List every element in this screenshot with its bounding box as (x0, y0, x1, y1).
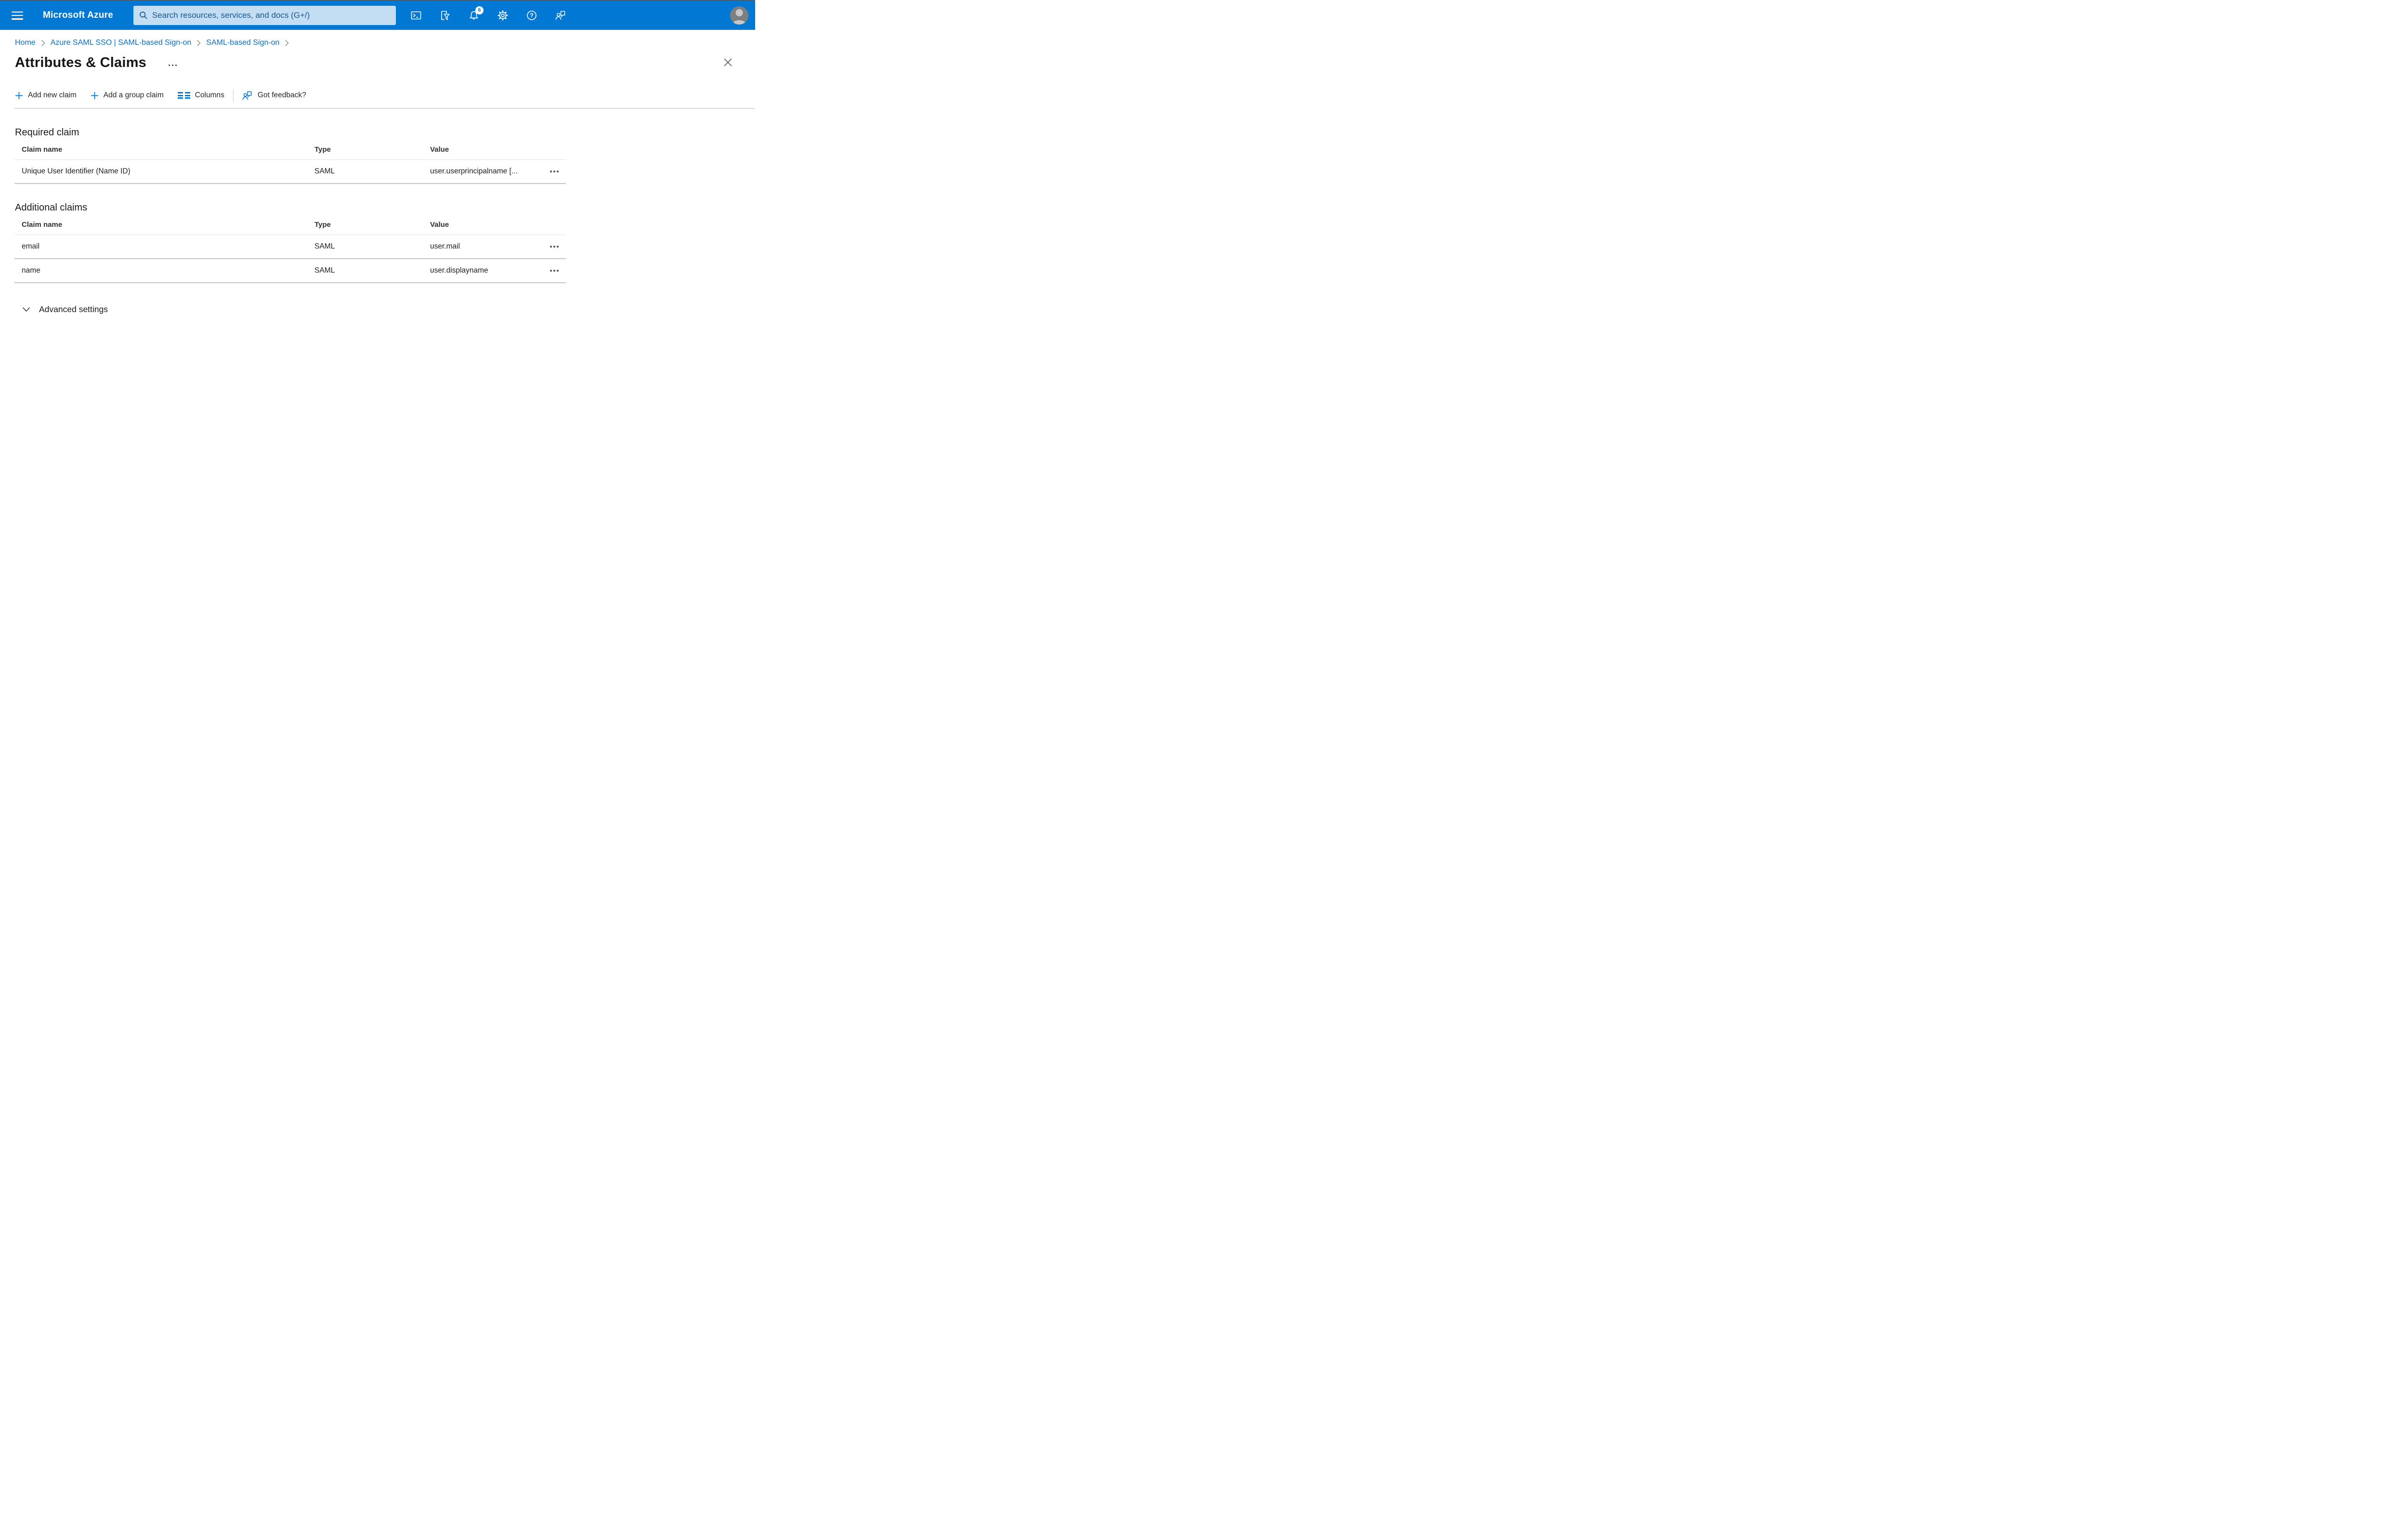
page-title: Attributes & Claims (15, 55, 146, 70)
blade-more-button[interactable] (167, 63, 179, 68)
required-claim-table: Claim name Type Value Unique User Identi… (14, 138, 566, 184)
columns-icon (177, 92, 190, 99)
advanced-settings-label: Advanced settings (39, 304, 108, 314)
subscription-filter-icon (439, 10, 451, 21)
plus-icon (15, 92, 23, 100)
chevron-down-icon (22, 307, 30, 312)
additional-claims-table: Claim name Type Value email SAML user.ma… (14, 213, 566, 283)
toolbar-separator (233, 89, 234, 102)
brand-title[interactable]: Microsoft Azure (43, 10, 113, 21)
columns-label: Columns (195, 91, 224, 99)
claim-type-cell: SAML (314, 167, 335, 175)
claim-name-cell: email (22, 242, 40, 250)
chevron-right-icon (196, 39, 201, 47)
claim-type-cell: SAML (314, 266, 335, 275)
search-placeholder: Search resources, services, and docs (G+… (152, 11, 310, 20)
breadcrumb-home[interactable]: Home (15, 39, 36, 47)
settings-button[interactable] (497, 10, 509, 21)
table-header-row: Claim name Type Value (14, 138, 566, 160)
azure-portal-window: Microsoft Azure Search resources, servic… (0, 0, 755, 382)
claim-value-cell: user.mail (430, 242, 460, 250)
feedback-person-icon (555, 10, 566, 21)
column-header-value: Value (430, 145, 449, 154)
notification-badge: 6 (475, 6, 484, 14)
claim-name-cell: Unique User Identifier (Name ID) (22, 167, 131, 175)
close-blade-button[interactable] (722, 57, 733, 68)
breadcrumb: Home Azure SAML SSO | SAML-based Sign-on… (15, 39, 755, 47)
column-header-value: Value (430, 221, 449, 229)
additional-claims-heading: Additional claims (15, 202, 88, 213)
notifications-button[interactable]: 6 (468, 6, 484, 21)
portal-menu-button[interactable] (12, 11, 23, 20)
topbar-icon-group: 6 ? (410, 6, 566, 21)
toolbar-divider (14, 108, 755, 109)
columns-button[interactable]: Columns (177, 91, 224, 100)
row-context-menu-button[interactable] (549, 243, 560, 250)
add-new-claim-label: Add new claim (28, 91, 77, 99)
command-bar: Add new claim Add a group claim Columns (15, 88, 755, 103)
feedback-button[interactable] (555, 10, 566, 21)
claim-type-cell: SAML (314, 242, 335, 250)
table-header-row: Claim name Type Value (14, 213, 566, 235)
add-group-claim-label: Add a group claim (103, 91, 164, 99)
topbar: Microsoft Azure Search resources, servic… (0, 1, 755, 30)
got-feedback-button[interactable]: Got feedback? (242, 90, 306, 101)
blade-header: Attributes & Claims (15, 55, 755, 71)
column-header-claim-name: Claim name (22, 145, 63, 154)
claim-value-cell: user.displayname (430, 266, 488, 275)
table-row-email[interactable]: email SAML user.mail (14, 235, 566, 259)
claim-value-cell: user.userprincipalname [... (430, 167, 518, 175)
plus-icon (91, 92, 99, 100)
column-header-type: Type (314, 221, 331, 229)
column-header-claim-name: Claim name (22, 221, 63, 229)
add-new-claim-button[interactable]: Add new claim (15, 91, 77, 100)
help-button[interactable]: ? (526, 10, 537, 21)
subscription-filter-button[interactable] (439, 10, 451, 21)
help-icon: ? (526, 10, 537, 21)
cloud-shell-button[interactable] (410, 10, 422, 21)
column-header-type: Type (314, 145, 331, 154)
avatar-silhouette (735, 9, 743, 16)
svg-text:?: ? (530, 12, 534, 19)
gear-icon (497, 10, 509, 21)
advanced-settings-expander[interactable]: Advanced settings (22, 304, 108, 315)
close-icon (723, 58, 733, 67)
cloud-shell-icon (410, 10, 422, 21)
row-context-menu-button[interactable] (549, 168, 560, 175)
feedback-person-icon (242, 90, 253, 101)
table-row-nameid[interactable]: Unique User Identifier (Name ID) SAML us… (14, 160, 566, 184)
row-context-menu-button[interactable] (549, 267, 560, 275)
chevron-right-icon (285, 39, 289, 47)
table-row-name[interactable]: name SAML user.displayname (14, 259, 566, 283)
breadcrumb-app[interactable]: Azure SAML SSO | SAML-based Sign-on (51, 39, 192, 47)
account-avatar[interactable] (730, 6, 748, 25)
add-group-claim-button[interactable]: Add a group claim (91, 91, 164, 100)
got-feedback-label: Got feedback? (257, 91, 306, 99)
search-input[interactable]: Search resources, services, and docs (G+… (133, 6, 396, 25)
chevron-right-icon (41, 39, 45, 47)
required-claim-heading: Required claim (15, 127, 79, 138)
claim-name-cell: name (22, 266, 40, 275)
breadcrumb-sso[interactable]: SAML-based Sign-on (206, 39, 279, 47)
search-icon (139, 11, 148, 20)
